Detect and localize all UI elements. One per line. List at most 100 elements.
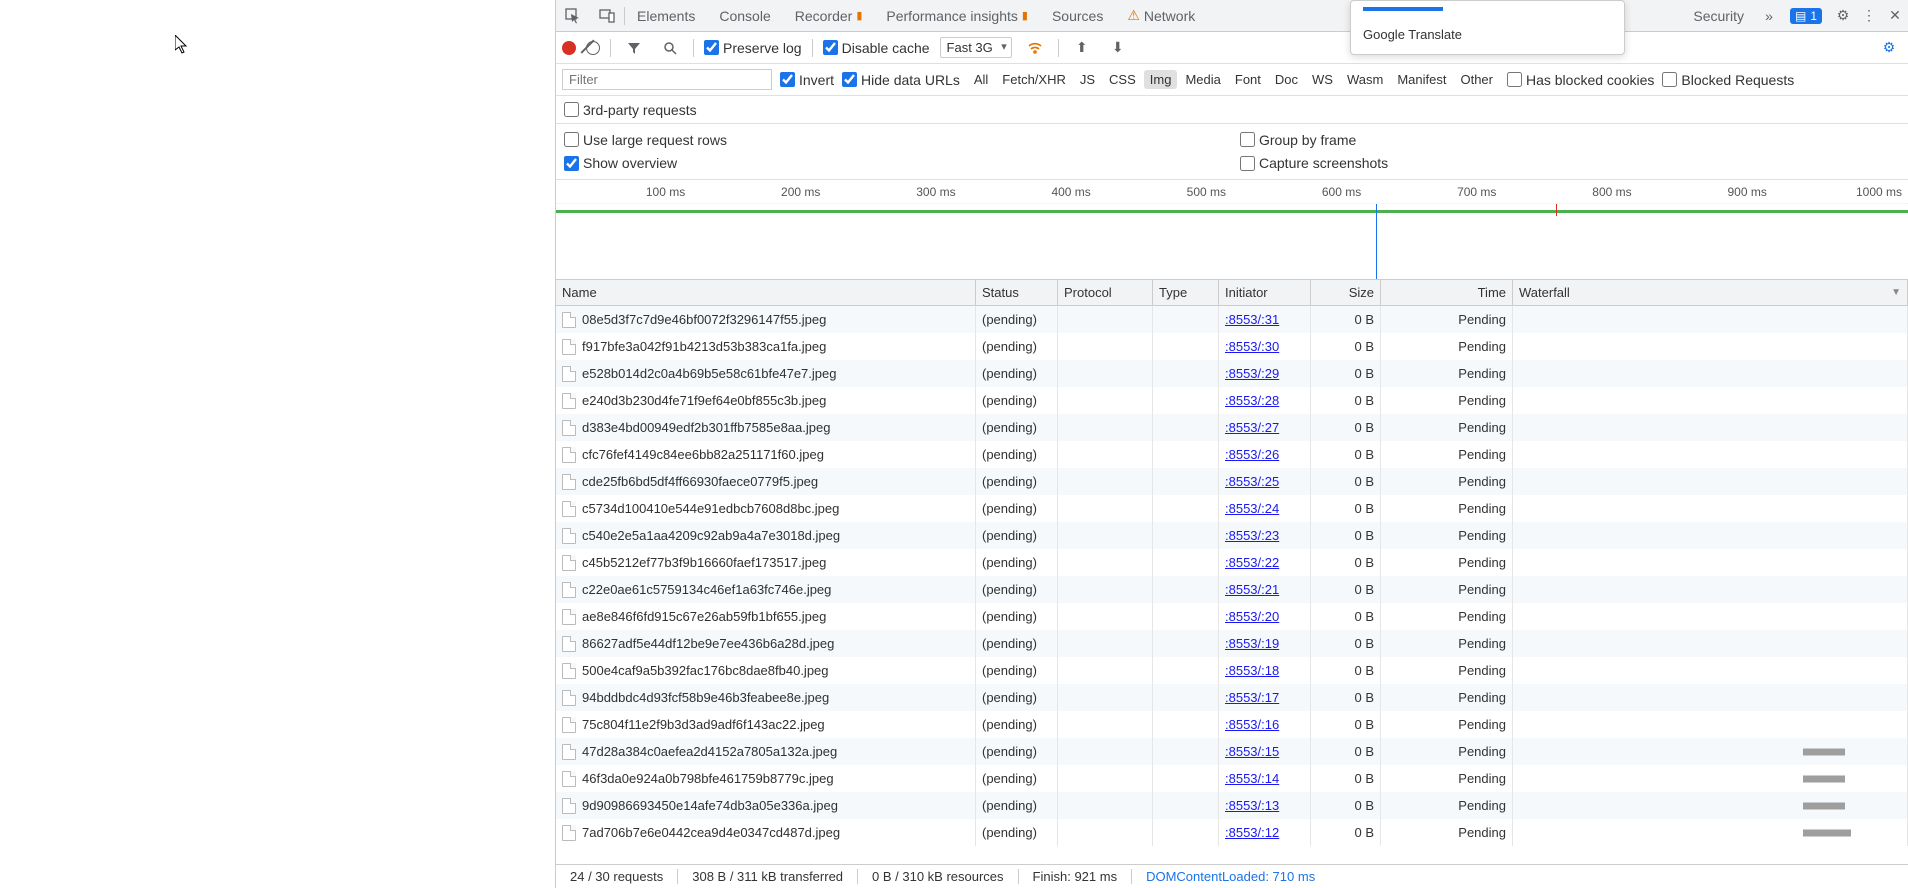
third-party-checkbox[interactable]: 3rd-party requests [564,102,697,118]
request-initiator-link[interactable]: :8553/:27 [1225,420,1279,435]
request-initiator-link[interactable]: :8553/:28 [1225,393,1279,408]
filter-icon[interactable] [621,41,647,55]
table-row[interactable]: cde25fb6bd5df4ff66930faece0779f5.jpeg(pe… [556,468,1908,495]
filter-type-fetchxhr[interactable]: Fetch/XHR [996,70,1072,89]
table-row[interactable]: 75c804f11e2f9b3d3ad9adf6f143ac22.jpeg(pe… [556,711,1908,738]
table-row[interactable]: c45b5212ef77b3f9b16660faef173517.jpeg(pe… [556,549,1908,576]
table-row[interactable]: 94bddbdc4d93fcf58b9e46b3feabee8e.jpeg(pe… [556,684,1908,711]
table-row[interactable]: 46f3da0e924a0b798bfe461759b8779c.jpeg(pe… [556,765,1908,792]
request-initiator-link[interactable]: :8553/:17 [1225,690,1279,705]
filter-type-font[interactable]: Font [1229,70,1267,89]
filter-type-ws[interactable]: WS [1306,70,1339,89]
blocked-cookies-checkbox[interactable]: Has blocked cookies [1507,72,1654,88]
request-initiator-link[interactable]: :8553/:12 [1225,825,1279,840]
table-row[interactable]: 86627adf5e44df12be9e7ee436b6a28d.jpeg(pe… [556,630,1908,657]
disable-cache-checkbox[interactable]: Disable cache [823,40,930,56]
preserve-log-checkbox[interactable]: Preserve log [704,40,802,56]
network-settings-icon[interactable]: ⚙ [1876,39,1902,56]
table-row[interactable]: 7ad706b7e6e0442cea9d4e0347cd487d.jpeg(pe… [556,819,1908,846]
tab-network[interactable]: ⚠Network [1115,0,1207,31]
request-initiator-link[interactable]: :8553/:14 [1225,771,1279,786]
table-row[interactable]: c540e2e5a1aa4209c92ab9a4a7e3018d.jpeg(pe… [556,522,1908,549]
table-row[interactable]: d383e4bd00949edf2b301ffb7585e8aa.jpeg(pe… [556,414,1908,441]
issues-badge[interactable]: ▤1 [1790,8,1822,24]
tab-performance-insights[interactable]: Performance insights▮ [874,0,1040,31]
request-initiator-link[interactable]: :8553/:19 [1225,636,1279,651]
col-initiator[interactable]: Initiator [1219,280,1311,305]
filter-type-doc[interactable]: Doc [1269,70,1304,89]
request-initiator-link[interactable]: :8553/:26 [1225,447,1279,462]
record-button[interactable] [562,41,576,55]
request-initiator-link[interactable]: :8553/:18 [1225,663,1279,678]
request-status: (pending) [976,819,1058,846]
request-initiator-link[interactable]: :8553/:23 [1225,528,1279,543]
settings-icon[interactable]: ⚙ [1830,7,1856,24]
table-row[interactable]: e528b014d2c0a4b69b5e58c61bfe47e7.jpeg(pe… [556,360,1908,387]
col-protocol[interactable]: Protocol [1058,280,1153,305]
more-tabs-icon[interactable]: » [1756,8,1782,24]
request-time: Pending [1381,495,1513,522]
requests-table[interactable]: 08e5d3f7c7d9e46bf0072f3296147f55.jpeg(pe… [556,306,1908,864]
request-initiator-link[interactable]: :8553/:22 [1225,555,1279,570]
col-status[interactable]: Status [976,280,1058,305]
tab-security[interactable]: Security [1681,0,1756,31]
request-initiator-link[interactable]: :8553/:15 [1225,744,1279,759]
show-overview-checkbox[interactable]: Show overview [564,155,1224,171]
tab-sources[interactable]: Sources [1040,0,1115,31]
throttle-select[interactable]: Fast 3G [940,37,1012,58]
table-row[interactable]: 500e4caf9a5b392fac176bc8dae8fb40.jpeg(pe… [556,657,1908,684]
invert-checkbox[interactable]: Invert [780,72,834,88]
filter-type-manifest[interactable]: Manifest [1391,70,1452,89]
col-waterfall[interactable]: Waterfall▼ [1513,280,1908,305]
request-initiator-link[interactable]: :8553/:13 [1225,798,1279,813]
filter-type-css[interactable]: CSS [1103,70,1142,89]
filter-type-img[interactable]: Img [1144,70,1178,89]
group-frame-checkbox[interactable]: Group by frame [1240,132,1900,148]
table-row[interactable]: 47d28a384c0aefea2d4152a7805a132a.jpeg(pe… [556,738,1908,765]
filter-type-media[interactable]: Media [1179,70,1226,89]
close-icon[interactable]: ✕ [1882,7,1908,24]
hide-data-urls-checkbox[interactable]: Hide data URLs [842,72,960,88]
table-row[interactable]: 08e5d3f7c7d9e46bf0072f3296147f55.jpeg(pe… [556,306,1908,333]
search-icon[interactable] [657,41,683,55]
request-initiator-link[interactable]: :8553/:16 [1225,717,1279,732]
filter-type-js[interactable]: JS [1074,70,1101,89]
table-row[interactable]: 9d90986693450e14afe74db3a05e336a.jpeg(pe… [556,792,1908,819]
request-initiator-link[interactable]: :8553/:31 [1225,312,1279,327]
table-row[interactable]: c22e0ae61c5759134c46ef1a63fc746e.jpeg(pe… [556,576,1908,603]
filter-type-all[interactable]: All [968,70,994,89]
filter-type-wasm[interactable]: Wasm [1341,70,1389,89]
table-row[interactable]: e240d3b230d4fe71f9ef64e0bf855c3b.jpeg(pe… [556,387,1908,414]
request-initiator-link[interactable]: :8553/:20 [1225,609,1279,624]
tab-elements[interactable]: Elements [625,0,707,31]
capture-screenshots-checkbox[interactable]: Capture screenshots [1240,155,1900,171]
blocked-requests-checkbox[interactable]: Blocked Requests [1662,72,1794,88]
col-name[interactable]: Name [556,280,976,305]
tab-console[interactable]: Console [707,0,782,31]
inspect-element-icon[interactable] [556,0,590,31]
col-time[interactable]: Time [1381,280,1513,305]
upload-har-icon[interactable]: ⬆ [1069,39,1095,56]
table-row[interactable]: ae8e846f6fd915c67e26ab59fb1bf655.jpeg(pe… [556,603,1908,630]
table-row[interactable]: f917bfe3a042f91b4213d53b383ca1fa.jpeg(pe… [556,333,1908,360]
request-initiator-link[interactable]: :8553/:25 [1225,474,1279,489]
download-har-icon[interactable]: ⬇ [1105,39,1131,56]
col-type[interactable]: Type [1153,280,1219,305]
col-size[interactable]: Size [1311,280,1381,305]
filter-input[interactable] [562,69,772,90]
overview-timeline[interactable]: 100 ms200 ms300 ms400 ms500 ms600 ms700 … [556,180,1908,280]
clear-button[interactable] [586,41,600,55]
large-rows-checkbox[interactable]: Use large request rows [564,132,1224,148]
request-initiator-link[interactable]: :8553/:30 [1225,339,1279,354]
request-size: 0 B [1311,333,1381,360]
more-icon[interactable]: ⋮ [1856,7,1882,24]
table-row[interactable]: c5734d100410e544e91edbcb7608d8bc.jpeg(pe… [556,495,1908,522]
network-conditions-icon[interactable] [1022,40,1048,56]
filter-type-other[interactable]: Other [1454,70,1499,89]
device-toggle-icon[interactable] [590,0,624,31]
request-initiator-link[interactable]: :8553/:24 [1225,501,1279,516]
table-row[interactable]: cfc76fef4149c84ee6bb82a251171f60.jpeg(pe… [556,441,1908,468]
request-initiator-link[interactable]: :8553/:21 [1225,582,1279,597]
request-initiator-link[interactable]: :8553/:29 [1225,366,1279,381]
tab-recorder[interactable]: Recorder▮ [783,0,875,31]
